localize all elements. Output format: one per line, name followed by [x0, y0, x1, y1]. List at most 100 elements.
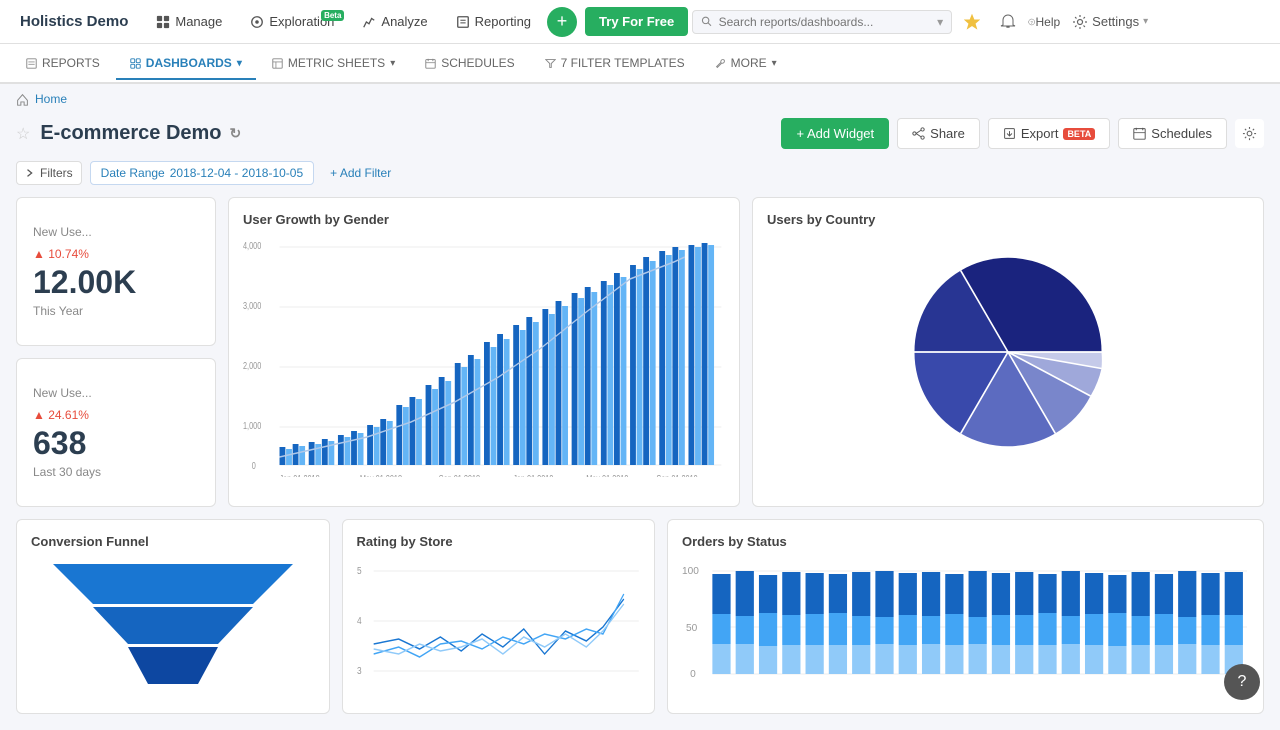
- y-label-1000: 1,000: [243, 420, 261, 431]
- search-bar[interactable]: ▾: [692, 10, 952, 34]
- filters-toggle[interactable]: Filters: [16, 161, 82, 185]
- dashboard-header: ☆ E-commerce Demo ↻ + Add Widget Share E…: [0, 114, 1280, 157]
- subnav-filter-templates[interactable]: 7 FILTER TEMPLATES: [531, 48, 699, 80]
- stat-cards: New Use... ▲ 10.74% 12.00K This Year New…: [16, 197, 216, 507]
- x-label-may19: May 01 2019: [586, 473, 628, 477]
- reports-icon: [26, 58, 37, 69]
- rating-title: Rating by Store: [357, 534, 641, 549]
- notifications-button[interactable]: [992, 6, 1024, 38]
- nav-reporting[interactable]: Reporting: [444, 8, 543, 35]
- top-navigation: Holistics Demo Manage Exploration Beta A…: [0, 0, 1280, 44]
- svg-text:0: 0: [690, 669, 696, 680]
- help-btn-label: ?: [1238, 673, 1247, 691]
- svg-text:50: 50: [686, 623, 698, 634]
- reporting-icon: [456, 15, 470, 29]
- users-country-card: Users by Country: [752, 197, 1264, 507]
- x-label-sep19: Sep 01 2019: [656, 473, 698, 477]
- help-floating-button[interactable]: ?: [1224, 664, 1260, 700]
- settings-button[interactable]: Settings ▾: [1064, 8, 1156, 36]
- subnav-schedules[interactable]: SCHEDULES: [411, 48, 528, 80]
- date-range-filter[interactable]: Date Range 2018-12-04 - 2018-10-05: [90, 161, 314, 185]
- rating-svg: 5 4 3: [357, 559, 641, 689]
- refresh-icon[interactable]: ↻: [230, 125, 242, 142]
- manage-icon: [156, 15, 170, 29]
- user-growth-title: User Growth by Gender: [243, 212, 725, 227]
- dashboard-settings-button[interactable]: [1235, 119, 1264, 148]
- nav-analyze[interactable]: Analyze: [350, 8, 439, 35]
- subnav-metric-sheets[interactable]: METRIC SHEETS ▾: [258, 48, 409, 80]
- schedules-label: Schedules: [1151, 126, 1212, 141]
- schedules-icon: [425, 58, 436, 69]
- rating-store-card: Rating by Store 5 4 3: [342, 519, 656, 714]
- share-label: Share: [930, 126, 965, 141]
- filters-bar: Filters Date Range 2018-12-04 - 2018-10-…: [0, 157, 1280, 197]
- y-label-0: 0: [252, 460, 256, 471]
- filter-icon: [545, 58, 556, 69]
- subnav-more-label: MORE: [731, 56, 767, 70]
- sub-navigation: REPORTS DASHBOARDS ▾ METRIC SHEETS ▾ SCH…: [0, 44, 1280, 84]
- nav-exploration[interactable]: Exploration Beta: [238, 8, 346, 35]
- metric-sheets-chevron: ▾: [390, 58, 395, 69]
- dashboard-title: E-commerce Demo ↻: [40, 122, 771, 145]
- help-icon: ?: [1028, 14, 1035, 30]
- export-button[interactable]: Export BETA: [988, 118, 1110, 149]
- dashboard-actions: + Add Widget Share Export BETA: [781, 118, 1264, 149]
- subnav-dashboards-label: DASHBOARDS: [146, 56, 232, 70]
- settings-icon: [1072, 14, 1088, 30]
- nav-analyze-label: Analyze: [381, 14, 427, 29]
- stat-period-0: This Year: [33, 304, 199, 318]
- subnav-reports[interactable]: REPORTS: [12, 48, 114, 80]
- subnav-dashboards[interactable]: DASHBOARDS ▾: [116, 48, 256, 80]
- stat-card-0: New Use... ▲ 10.74% 12.00K This Year: [16, 197, 216, 346]
- add-filter-button[interactable]: + Add Filter: [322, 162, 399, 184]
- funnel-title: Conversion Funnel: [31, 534, 315, 549]
- svg-text:?: ?: [1031, 19, 1034, 24]
- stat-value-1: 638: [33, 426, 199, 461]
- orders-svg: 100 50 0: [682, 559, 1249, 689]
- rating-chart: 5 4 3: [357, 559, 641, 689]
- chevron-right-icon: [25, 168, 35, 178]
- try-free-button[interactable]: Try For Free: [585, 7, 688, 36]
- export-label: Export: [1021, 126, 1059, 141]
- orders-title: Orders by Status: [682, 534, 1249, 549]
- funnel-svg: [43, 559, 303, 689]
- nav-manage[interactable]: Manage: [144, 8, 234, 35]
- wrench-icon: [715, 58, 726, 69]
- search-dropdown-chevron[interactable]: ▾: [937, 15, 943, 29]
- filters-label: Filters: [40, 166, 73, 180]
- y-label-4000: 4,000: [243, 240, 261, 251]
- bookmarks-button[interactable]: [956, 6, 988, 38]
- dashboard-title-text: E-commerce Demo: [40, 122, 221, 145]
- user-growth-card: User Growth by Gender 4,000 3,000 2,000 …: [228, 197, 740, 507]
- help-nav-button[interactable]: ? Help: [1028, 6, 1060, 38]
- help-label: Help: [1035, 15, 1060, 29]
- dashboard-settings-icon: [1242, 126, 1257, 141]
- svg-text:4: 4: [357, 615, 362, 626]
- breadcrumb-home[interactable]: Home: [35, 92, 67, 106]
- add-button[interactable]: +: [547, 7, 577, 37]
- stat-card-1: New Use... ▲ 24.61% 638 Last 30 days: [16, 358, 216, 507]
- share-button[interactable]: Share: [897, 118, 980, 149]
- exploration-icon: [250, 15, 264, 29]
- add-widget-button[interactable]: + Add Widget: [781, 118, 889, 149]
- x-label-sep18: Sep 01 2018: [439, 473, 481, 477]
- subnav-more[interactable]: MORE ▾: [701, 48, 791, 80]
- dashboards-icon: [130, 58, 141, 69]
- export-icon: [1003, 127, 1016, 140]
- orders-chart: 100 50 0: [682, 559, 1249, 689]
- funnel-chart: [31, 559, 315, 689]
- subnav-reports-label: REPORTS: [42, 56, 100, 70]
- share-icon: [912, 127, 925, 140]
- search-input[interactable]: [719, 15, 932, 29]
- bar-group: [280, 243, 715, 465]
- settings-label: Settings: [1092, 14, 1139, 29]
- favorite-star-icon[interactable]: ☆: [16, 124, 30, 144]
- stat-change-1: ▲ 24.61%: [33, 408, 199, 422]
- bell-icon: [1000, 14, 1016, 30]
- pie-chart-container: [767, 237, 1249, 467]
- x-label-may18: May 01 2018: [360, 473, 402, 477]
- svg-text:3: 3: [357, 665, 362, 676]
- stat-period-1: Last 30 days: [33, 465, 199, 479]
- x-label-jan19: Jan 01 2019: [513, 473, 553, 477]
- schedules-button[interactable]: Schedules: [1118, 118, 1227, 149]
